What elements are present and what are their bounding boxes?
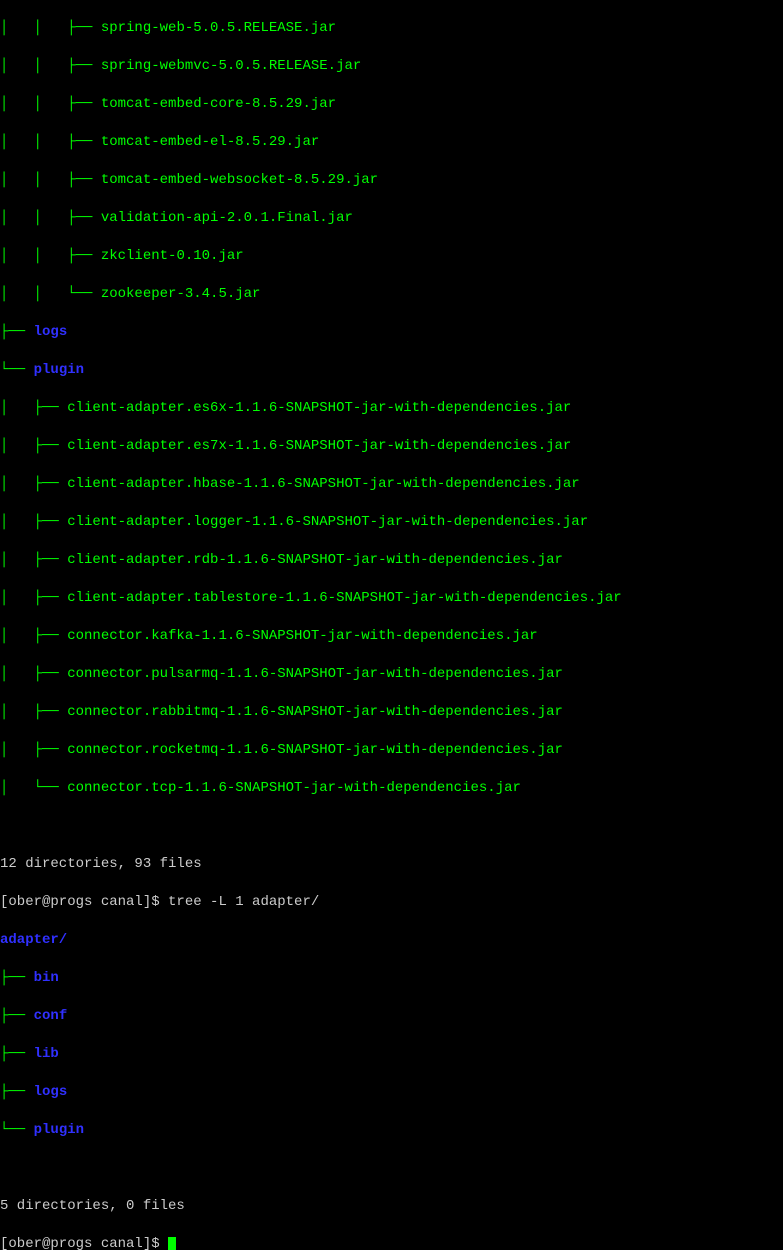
tree-file-line: │ ├── client-adapter.rdb-1.1.6-SNAPSHOT-… [0, 551, 783, 570]
tree-file-line: │ ├── client-adapter.tablestore-1.1.6-SN… [0, 589, 783, 608]
tree-dir-line: ├── conf [0, 1007, 783, 1026]
shell-prompt: [ober@progs canal]$ [0, 894, 168, 910]
terminal-output: │ │ ├── spring-web-5.0.5.RELEASE.jar │ │… [0, 0, 783, 1250]
tree-file-line: │ └── connector.tcp-1.1.6-SNAPSHOT-jar-w… [0, 779, 783, 798]
tree-dir-line: ├── logs [0, 1083, 783, 1102]
blank-line [0, 1159, 783, 1178]
tree-file-line: │ │ ├── validation-api-2.0.1.Final.jar [0, 209, 783, 228]
tree-file-line: │ ├── connector.rocketmq-1.1.6-SNAPSHOT-… [0, 741, 783, 760]
tree-file-line: │ ├── connector.rabbitmq-1.1.6-SNAPSHOT-… [0, 703, 783, 722]
tree-file-line: │ │ └── zookeeper-3.4.5.jar [0, 285, 783, 304]
tree-dir-line: ├── logs [0, 323, 783, 342]
tree-file-line: │ ├── connector.kafka-1.1.6-SNAPSHOT-jar… [0, 627, 783, 646]
tree-file-line: │ │ ├── spring-webmvc-5.0.5.RELEASE.jar [0, 57, 783, 76]
shell-command: tree -L 1 adapter/ [168, 894, 319, 910]
tree-file-line: │ │ ├── zkclient-0.10.jar [0, 247, 783, 266]
tree-file-line: │ ├── client-adapter.logger-1.1.6-SNAPSH… [0, 513, 783, 532]
shell-prompt: [ober@progs canal]$ [0, 1236, 168, 1250]
tree-file-line: │ │ ├── tomcat-embed-core-8.5.29.jar [0, 95, 783, 114]
tree-file-line: │ ├── client-adapter.es6x-1.1.6-SNAPSHOT… [0, 399, 783, 418]
tree-dir-line: ├── bin [0, 969, 783, 988]
tree-file-line: │ │ ├── spring-web-5.0.5.RELEASE.jar [0, 19, 783, 38]
tree-dir-line: ├── lib [0, 1045, 783, 1064]
tree-file-line: │ │ ├── tomcat-embed-websocket-8.5.29.ja… [0, 171, 783, 190]
command-line: [ober@progs canal]$ tree -L 1 adapter/ [0, 893, 783, 912]
tree-dir-line: └── plugin [0, 361, 783, 380]
tree-summary: 5 directories, 0 files [0, 1197, 783, 1216]
cursor-icon [168, 1237, 176, 1250]
tree-root: adapter/ [0, 931, 783, 950]
tree-dir-line: └── plugin [0, 1121, 783, 1140]
tree-file-line: │ ├── connector.pulsarmq-1.1.6-SNAPSHOT-… [0, 665, 783, 684]
tree-file-line: │ │ ├── tomcat-embed-el-8.5.29.jar [0, 133, 783, 152]
tree-file-line: │ ├── client-adapter.es7x-1.1.6-SNAPSHOT… [0, 437, 783, 456]
command-line[interactable]: [ober@progs canal]$ [0, 1235, 783, 1250]
tree-summary: 12 directories, 93 files [0, 855, 783, 874]
blank-line [0, 817, 783, 836]
tree-file-line: │ ├── client-adapter.hbase-1.1.6-SNAPSHO… [0, 475, 783, 494]
